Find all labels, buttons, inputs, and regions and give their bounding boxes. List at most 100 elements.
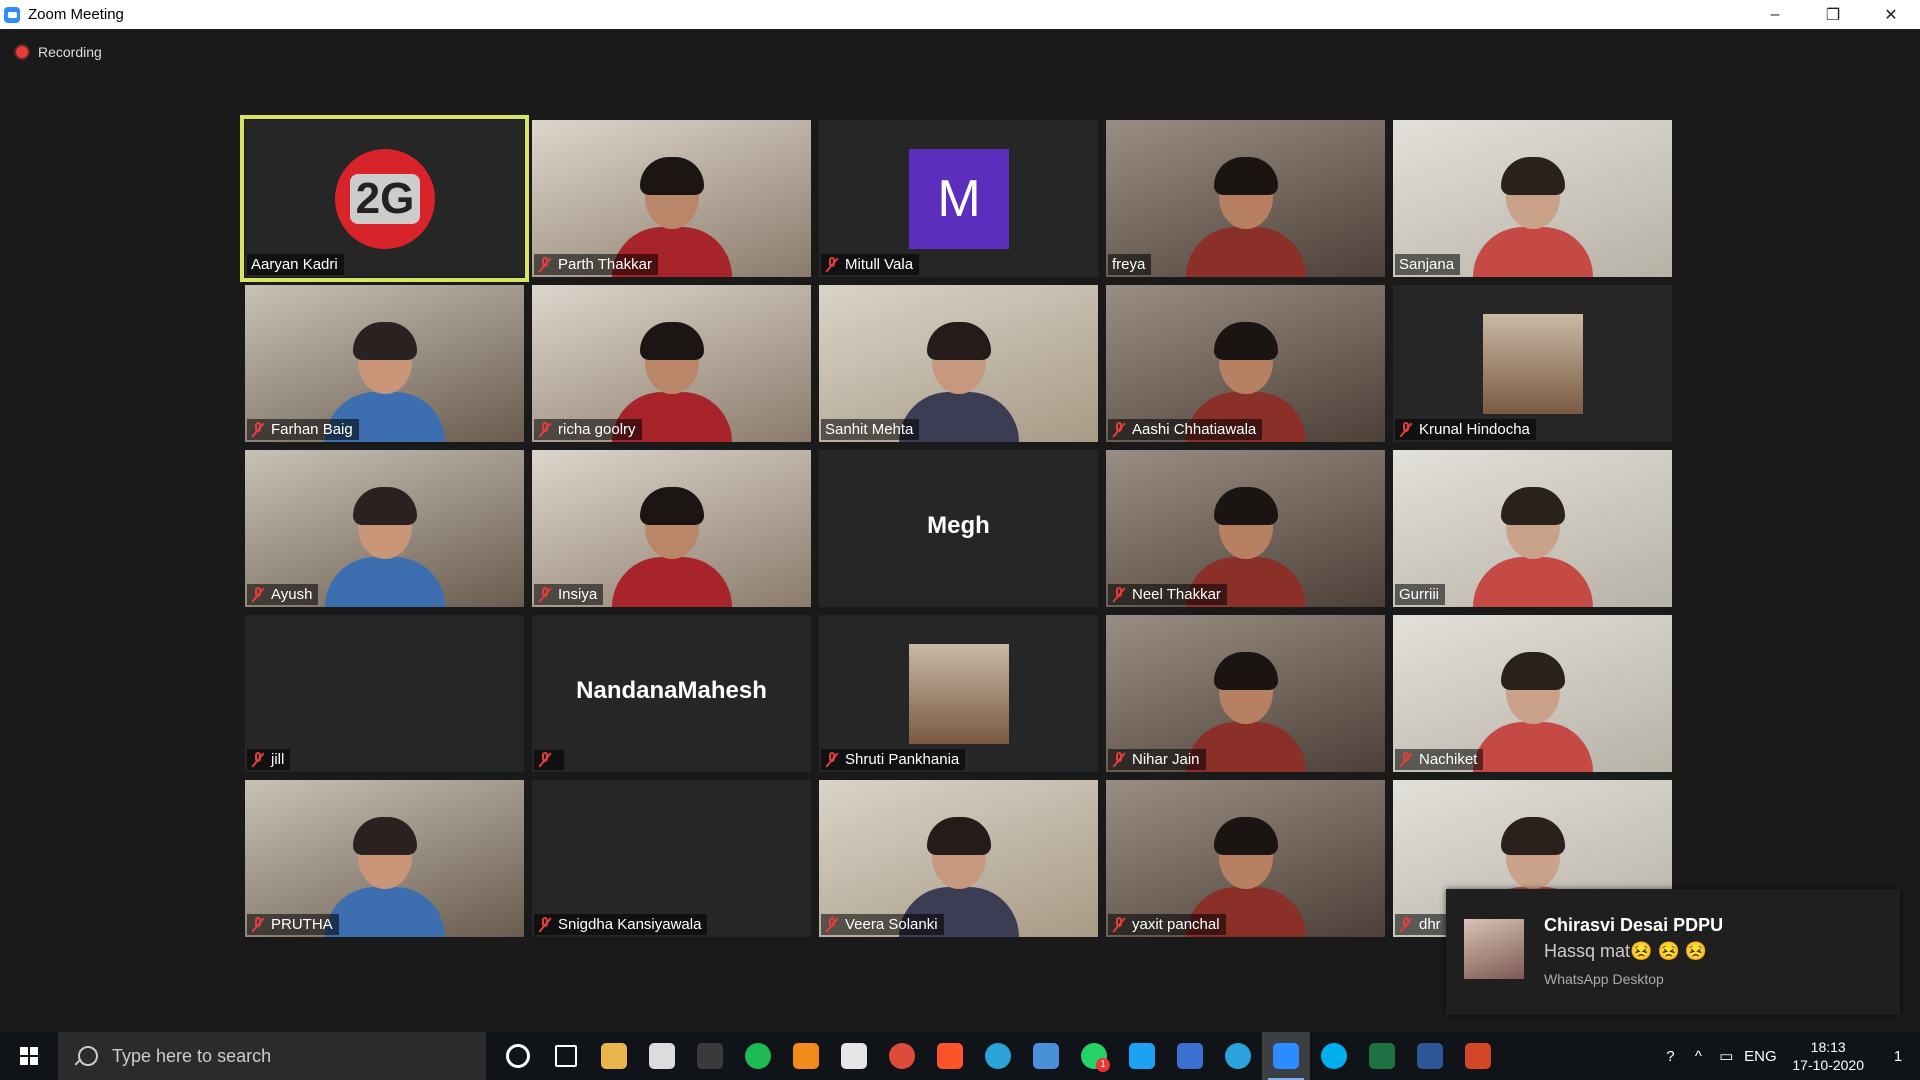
taskbar-spotify[interactable] (734, 1032, 782, 1080)
participant-tile[interactable]: freya (1106, 120, 1385, 277)
start-button[interactable] (0, 1032, 58, 1080)
participant-name: Sanhit Mehta (825, 421, 914, 438)
taskbar-telegram[interactable] (1214, 1032, 1262, 1080)
restore-button[interactable]: ❐ (1804, 0, 1862, 29)
participant-tile[interactable]: jill (245, 615, 524, 772)
participant-tile[interactable]: Nihar Jain (1106, 615, 1385, 772)
recording-indicator[interactable]: Recording (16, 44, 102, 60)
taskbar-brave[interactable] (926, 1032, 974, 1080)
notification-center-icon[interactable]: 1 (1876, 1048, 1920, 1065)
participant-name: Parth Thakkar (558, 256, 652, 273)
chevron-up-icon[interactable]: ^ (1684, 1048, 1712, 1065)
participant-nameplate: Aaryan Kadri (247, 254, 344, 275)
participant-nameplate: yaxit panchal (1108, 914, 1226, 935)
participant-tile[interactable]: Sanjana (1393, 120, 1672, 277)
participant-tile[interactable]: Krunal Hindocha (1393, 285, 1672, 442)
muted-mic-icon (1112, 751, 1126, 768)
clock-date: 17-10-2020 (1792, 1057, 1864, 1073)
muted-mic-icon (251, 916, 265, 933)
participant-tile[interactable]: yaxit panchal (1106, 780, 1385, 937)
participant-tile[interactable]: Nachiket (1393, 615, 1672, 772)
participant-tile[interactable]: Neel Thakkar (1106, 450, 1385, 607)
recording-icon (16, 46, 28, 58)
participant-display-name: NandanaMahesh (576, 677, 767, 704)
participant-name: jill (271, 751, 285, 768)
participant-profile-logo: 2G (335, 149, 435, 249)
muted-mic-icon (1399, 751, 1413, 768)
taskbar-app-dark[interactable] (686, 1032, 734, 1080)
language-indicator[interactable]: ENG (1740, 1048, 1780, 1065)
participant-nameplate: Mitull Vala (821, 254, 920, 275)
help-icon[interactable]: ? (1656, 1048, 1684, 1065)
participant-tile[interactable]: Gurriii (1393, 450, 1672, 607)
minimize-button[interactable]: – (1746, 0, 1804, 29)
clock-time: 18:13 (1810, 1039, 1846, 1055)
muted-mic-icon (1112, 916, 1126, 933)
taskbar-powerpoint[interactable] (1454, 1032, 1502, 1080)
participant-tile[interactable]: M Mitull Vala (819, 120, 1098, 277)
taskbar-zoom[interactable] (1262, 1032, 1310, 1080)
taskbar-word[interactable] (1406, 1032, 1454, 1080)
cortana-icon (506, 1044, 530, 1068)
participant-tile[interactable]: richa goolry (532, 285, 811, 442)
close-button[interactable]: ✕ (1862, 0, 1920, 29)
participant-nameplate: Parth Thakkar (534, 254, 658, 275)
taskbar-file-explorer[interactable] (590, 1032, 638, 1080)
participant-name: Sanjana (1399, 256, 1455, 273)
participant-tile[interactable]: Farhan Baig (245, 285, 524, 442)
taskbar-whatsapp[interactable]: 1 (1070, 1032, 1118, 1080)
participant-tile[interactable]: Shruti Pankhania (819, 615, 1098, 772)
muted-mic-icon (825, 916, 839, 933)
participant-name: Shruti Pankhania (845, 751, 960, 768)
participant-tile[interactable]: PRUTHA (245, 780, 524, 937)
participant-nameplate: dhr (1395, 914, 1447, 935)
participant-tile[interactable]: Parth Thakkar (532, 120, 811, 277)
participant-tile[interactable]: Sanhit Mehta (819, 285, 1098, 442)
taskbar-store[interactable] (638, 1032, 686, 1080)
brave-icon (937, 1043, 963, 1069)
taskbar-search[interactable]: Type here to search (58, 1032, 486, 1080)
participant-tile[interactable]: Megh (819, 450, 1098, 607)
muted-mic-icon (251, 751, 265, 768)
taskbar-excel[interactable] (1358, 1032, 1406, 1080)
taskbar-twitter[interactable] (1118, 1032, 1166, 1080)
taskbar-task-view[interactable] (542, 1032, 590, 1080)
participant-nameplate: Insiya (534, 584, 604, 605)
file-explorer-icon (601, 1043, 627, 1069)
participant-nameplate (534, 750, 564, 770)
participant-tile[interactable]: Insiya (532, 450, 811, 607)
participant-video (1472, 642, 1593, 772)
excel-icon (1369, 1043, 1395, 1069)
windows-icon (20, 1047, 38, 1065)
word-icon (1417, 1043, 1443, 1069)
taskbar-cortana[interactable] (494, 1032, 542, 1080)
taskbar-edge[interactable] (974, 1032, 1022, 1080)
taskbar-skype[interactable] (1310, 1032, 1358, 1080)
battery-icon[interactable]: ▭ (1712, 1047, 1740, 1065)
participant-name: yaxit panchal (1132, 916, 1220, 933)
system-tray: ? ^ ▭ ENG 18:13 17-10-2020 1 (1656, 1032, 1920, 1080)
window-controls: – ❐ ✕ (1746, 0, 1920, 29)
participant-profile-photo (909, 644, 1009, 744)
muted-mic-icon (538, 586, 552, 603)
participant-tile[interactable]: Snigdha Kansiyawala (532, 780, 811, 937)
title-bar: Zoom Meeting – ❐ ✕ (0, 0, 1920, 29)
participant-name: PRUTHA (271, 916, 333, 933)
taskbar-vlc[interactable] (782, 1032, 830, 1080)
clock[interactable]: 18:13 17-10-2020 (1792, 1038, 1864, 1074)
participant-tile[interactable]: 2G Aaryan Kadri (240, 115, 529, 282)
participant-nameplate: Ayush (247, 584, 319, 605)
participant-name: Farhan Baig (271, 421, 353, 438)
taskbar-mail[interactable] (1022, 1032, 1070, 1080)
participant-tile[interactable]: Veera Solanki (819, 780, 1098, 937)
taskbar-chrome[interactable] (878, 1032, 926, 1080)
muted-mic-icon (1399, 916, 1413, 933)
participant-tile[interactable]: Aashi Chhatiawala (1106, 285, 1385, 442)
participant-tile[interactable]: Ayush (245, 450, 524, 607)
participant-tile[interactable]: NandanaMahesh (532, 615, 811, 772)
skype-icon (1321, 1043, 1347, 1069)
whatsapp-notification[interactable]: Chirasvi Desai PDPU Hassq mat😣 😣 😣 Whats… (1446, 889, 1900, 1015)
taskbar-instagram[interactable] (1166, 1032, 1214, 1080)
taskbar-defender[interactable] (830, 1032, 878, 1080)
participant-nameplate: freya (1108, 254, 1152, 275)
